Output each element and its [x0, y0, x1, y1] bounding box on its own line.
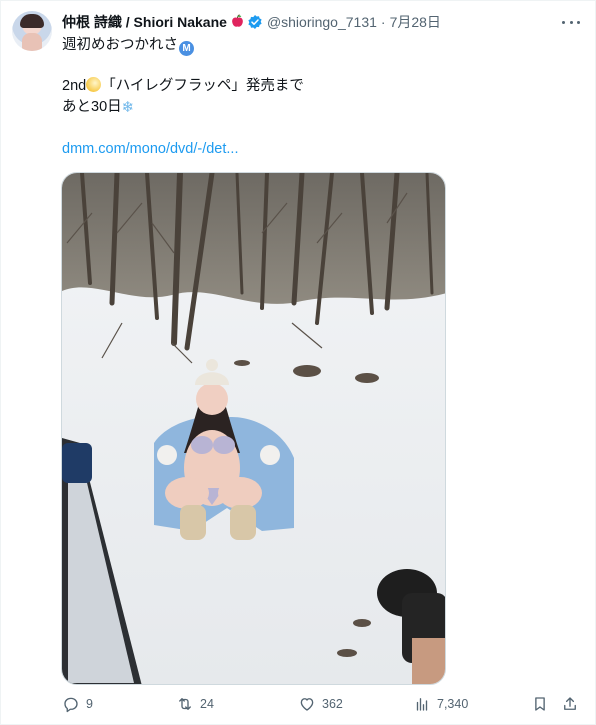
- heart-icon: [300, 698, 314, 711]
- tweet-header: 仲根 詩織 / Shiori Nakane @shioringo_7131 · …: [62, 13, 441, 31]
- reply-icon: [64, 697, 78, 713]
- verified-badge-icon: [247, 14, 263, 30]
- reply-count: 9: [86, 697, 93, 711]
- retweet-count: 24: [200, 697, 214, 711]
- photo-snow-scene: [62, 173, 445, 684]
- retweet-button[interactable]: 24: [176, 695, 214, 713]
- retweet-icon: [179, 698, 191, 710]
- tweet-text-line-2: 2nd 「ハイレグフラッペ」発売まで: [62, 77, 304, 94]
- tweet-text-line-3: あと30日❄: [62, 99, 135, 116]
- tweet-date[interactable]: 7月28日: [390, 12, 441, 32]
- bookmark-button[interactable]: [531, 695, 555, 713]
- views-button[interactable]: 7,340: [413, 695, 468, 713]
- tweet-card[interactable]: 仲根 詩織 / Shiori Nakane @shioringo_7131 · …: [0, 0, 596, 725]
- m-circle-emoji-icon: M: [179, 41, 194, 56]
- views-chart-icon: [416, 698, 428, 711]
- tweet-actions: 9 24 362 7,340: [62, 695, 582, 717]
- separator-dot: ·: [380, 14, 386, 30]
- share-icon: [564, 697, 576, 710]
- bookmark-icon: [535, 697, 545, 711]
- avatar[interactable]: [12, 11, 52, 51]
- tweet-photo[interactable]: [61, 172, 446, 685]
- like-button[interactable]: 362: [298, 695, 343, 713]
- author-display-name[interactable]: 仲根 詩織 / Shiori Nakane: [62, 12, 227, 32]
- more-options-icon[interactable]: [562, 13, 580, 31]
- tweet-text-line-1: 週初めおつかれさ M: [62, 36, 194, 56]
- snowflake-emoji-icon: ❄: [121, 99, 135, 116]
- full-moon-emoji-icon: [86, 77, 102, 92]
- apple-icon: [231, 14, 244, 30]
- reply-button[interactable]: 9: [62, 695, 93, 713]
- tweet-link[interactable]: dmm.com/mono/dvd/-/det...: [62, 141, 238, 157]
- author-handle[interactable]: @shioringo_7131: [267, 14, 377, 30]
- like-count: 362: [322, 697, 343, 711]
- views-count: 7,340: [437, 697, 469, 711]
- share-button[interactable]: [561, 695, 585, 713]
